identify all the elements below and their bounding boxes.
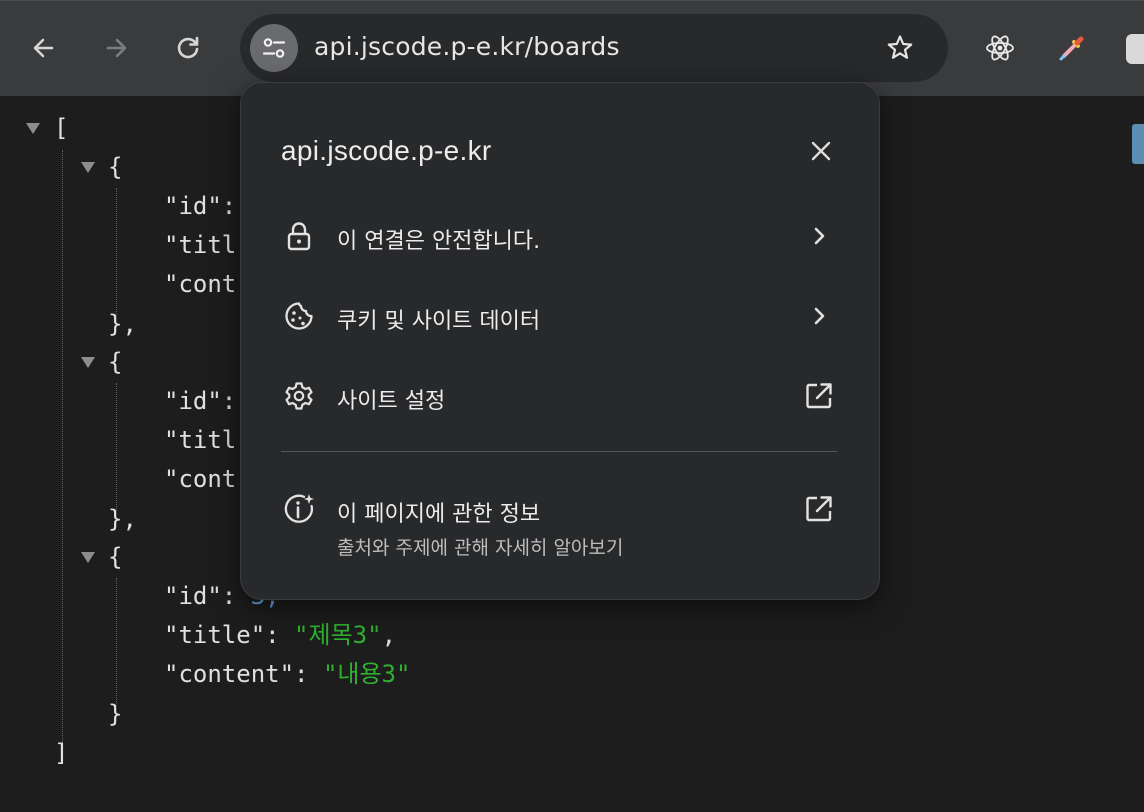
json-key-title: "titl xyxy=(164,231,237,259)
json-key-title: "title": xyxy=(164,621,280,649)
json-value-content: "내용3" xyxy=(322,660,411,688)
tune-icon xyxy=(262,38,286,58)
bookmark-button[interactable] xyxy=(880,28,920,68)
json-value-title: "제목3" xyxy=(294,621,382,649)
json-row-title: "title": "제목3", xyxy=(164,619,396,651)
indent-guide-item-1 xyxy=(116,188,117,316)
json-open-bracket: [ xyxy=(54,114,69,142)
site-info-button[interactable] xyxy=(250,24,298,72)
react-icon xyxy=(986,35,1014,61)
eyedropper-icon xyxy=(1059,36,1084,61)
gear-icon xyxy=(281,378,317,414)
collapse-toggle-item-1[interactable] xyxy=(81,162,95,173)
scrollbar-marker[interactable] xyxy=(1132,124,1144,164)
lock-icon xyxy=(281,218,317,254)
collapse-toggle-root[interactable] xyxy=(26,123,40,134)
reload-icon xyxy=(177,36,199,59)
connection-security-item[interactable]: 이 연결은 안전합니다. xyxy=(241,204,879,268)
json-open-brace: { xyxy=(108,543,123,571)
json-key-id: "id": xyxy=(164,192,237,220)
collapse-toggle-item-3[interactable] xyxy=(81,552,95,563)
menu-item-label: 이 페이지에 관한 정보 xyxy=(337,502,541,527)
about-this-page-item[interactable]: 이 페이지에 관한 정보 출처와 주제에 관해 자세히 알아보기 xyxy=(241,477,879,567)
star-icon xyxy=(887,35,913,59)
menu-item-label: 쿠키 및 사이트 데이터 xyxy=(337,309,541,334)
forward-arrow-icon xyxy=(106,38,127,58)
chevron-right-icon xyxy=(801,298,837,334)
chevron-right-icon xyxy=(801,218,837,254)
json-close-brace: } xyxy=(108,700,123,728)
site-info-popup: api.jscode.p-e.kr 이 연결은 안전합니다. 쿠키 및 사이트 … xyxy=(240,82,880,600)
json-close-bracket: ] xyxy=(54,739,69,767)
address-bar[interactable]: api.jscode.p-e.kr/boards xyxy=(240,14,948,82)
json-close-brace: }, xyxy=(108,310,137,338)
menu-item-sublabel: 출처와 주제에 관해 자세히 알아보기 xyxy=(337,537,624,559)
collapse-toggle-item-2[interactable] xyxy=(81,357,95,368)
open-external-icon xyxy=(801,491,837,527)
close-button[interactable] xyxy=(803,133,839,169)
cookies-site-data-item[interactable]: 쿠키 및 사이트 데이터 xyxy=(241,284,879,348)
react-devtools-extension-button[interactable] xyxy=(980,28,1020,68)
indent-guide-item-3 xyxy=(116,578,117,706)
extension-icon-partial[interactable] xyxy=(1126,34,1144,64)
forward-button[interactable] xyxy=(96,28,136,68)
close-icon xyxy=(811,141,831,161)
menu-item-label: 사이트 설정 xyxy=(337,389,446,414)
json-open-brace: { xyxy=(108,153,123,181)
indent-guide-item-2 xyxy=(116,383,117,511)
popup-divider xyxy=(281,451,837,452)
json-key-title: "titl xyxy=(164,426,237,454)
json-close-brace: }, xyxy=(108,505,137,533)
indent-guide-root xyxy=(62,150,63,760)
popup-title: api.jscode.p-e.kr xyxy=(281,135,492,166)
json-key-content: "content": xyxy=(164,660,309,688)
url-text[interactable]: api.jscode.p-e.kr/boards xyxy=(314,32,620,61)
menu-item-label: 이 연결은 안전합니다. xyxy=(337,229,541,254)
json-key-content: "cont xyxy=(164,465,237,493)
back-arrow-icon xyxy=(33,38,54,58)
toolbar-top-border xyxy=(0,0,1144,1)
json-key-id: "id": xyxy=(164,387,237,415)
json-row-content: "content": "내용3" xyxy=(164,658,410,690)
info-sparkle-icon xyxy=(281,491,317,527)
json-key-content: "cont xyxy=(164,270,237,298)
json-open-brace: { xyxy=(108,348,123,376)
reload-button[interactable] xyxy=(168,28,208,68)
color-picker-extension-button[interactable] xyxy=(1052,28,1092,68)
json-key-id: "id": xyxy=(164,582,237,610)
json-comma: , xyxy=(381,621,397,649)
cookie-icon xyxy=(281,298,317,334)
open-external-icon xyxy=(801,378,837,414)
site-settings-item[interactable]: 사이트 설정 xyxy=(241,364,879,428)
back-button[interactable] xyxy=(24,28,64,68)
